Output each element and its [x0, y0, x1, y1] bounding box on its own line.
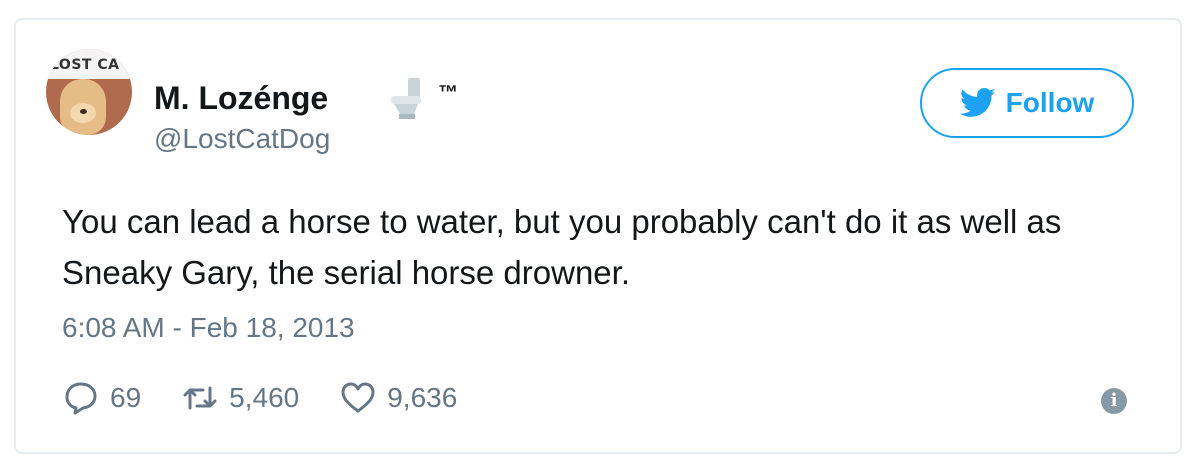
retweet-icon	[183, 386, 217, 410]
avatar-text: LOST CA	[50, 57, 120, 73]
like-action[interactable]: 9,636	[339, 380, 457, 416]
tweet-timestamp[interactable]: 6:08 AM - Feb 18, 2013	[62, 312, 355, 344]
like-count: 9,636	[387, 382, 458, 413]
avatar[interactable]: LOST CA	[46, 49, 132, 135]
reply-count: 69	[110, 382, 142, 413]
twitter-bird-icon	[959, 88, 996, 117]
user-handle[interactable]: @LostCatDog	[154, 123, 330, 155]
reply-action[interactable]: 69	[62, 380, 141, 416]
trademark-symbol: ™	[438, 82, 458, 104]
retweet-action[interactable]: 5,460	[181, 380, 299, 416]
follow-label: Follow	[1005, 87, 1095, 118]
tweet-actions: 69 5,460 9,636	[62, 376, 497, 420]
toilet-icon	[391, 78, 421, 119]
reply-icon	[65, 382, 97, 415]
heart-icon	[341, 382, 375, 413]
display-name[interactable]: M. Lozénge	[154, 80, 328, 117]
dog-image	[60, 79, 106, 135]
follow-button[interactable]: Follow	[920, 68, 1134, 138]
retweet-count: 5,460	[229, 382, 300, 413]
tweet-text: You can lead a horse to water, but you p…	[62, 203, 1062, 291]
info-icon[interactable]: i	[1101, 388, 1127, 414]
